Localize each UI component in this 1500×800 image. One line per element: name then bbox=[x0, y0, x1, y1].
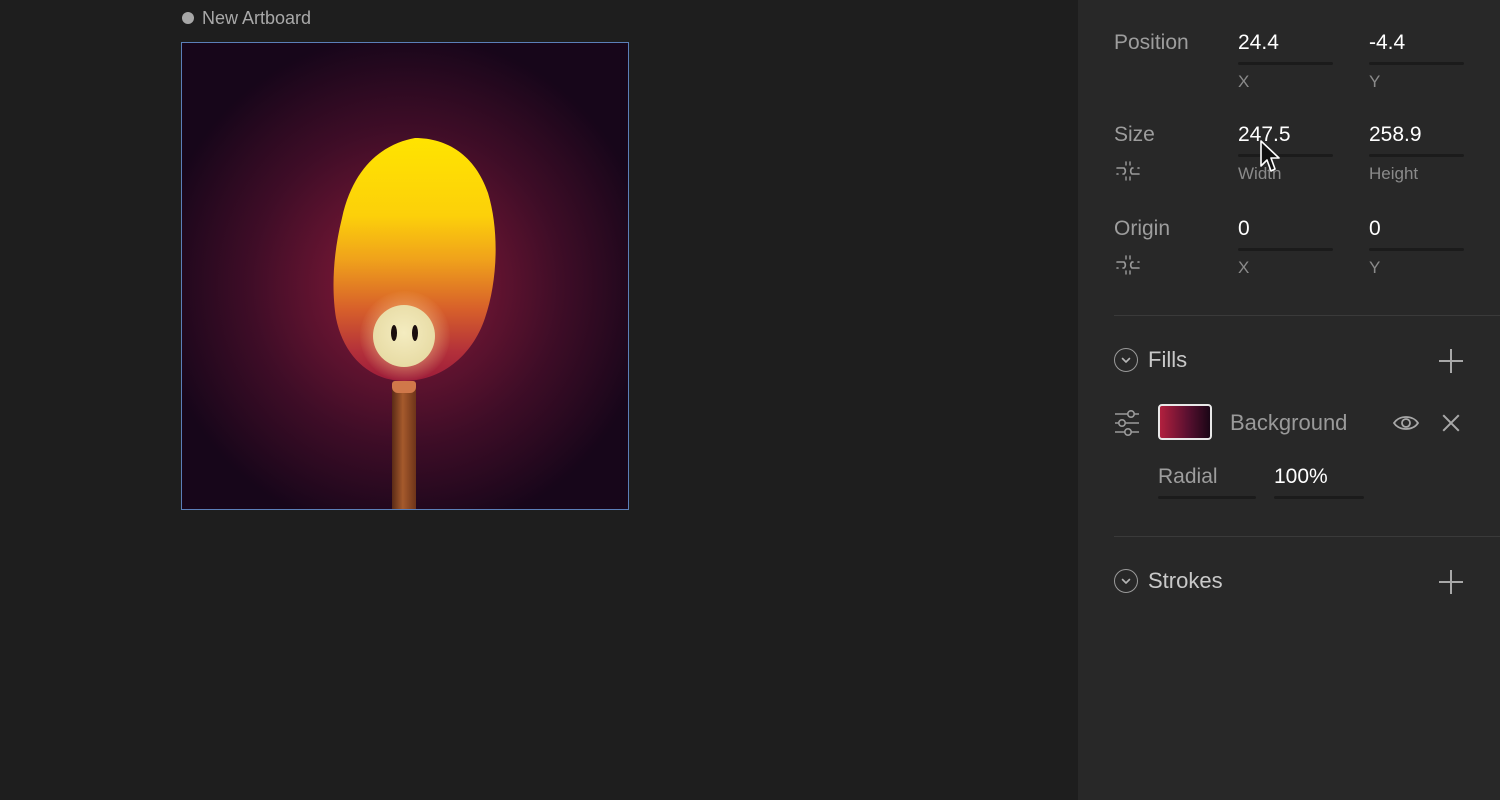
unlink-icon[interactable] bbox=[1114, 160, 1142, 182]
inspector-panel: Position 24.4 X -4.4 Y Size 247.5 Width … bbox=[1078, 0, 1500, 800]
flame-shape[interactable] bbox=[182, 43, 628, 509]
artboard-title[interactable]: New Artboard bbox=[182, 7, 311, 29]
chevron-down-icon[interactable] bbox=[1114, 348, 1138, 372]
fills-section-header[interactable]: Fills bbox=[1114, 347, 1187, 373]
width-label: Width bbox=[1238, 164, 1282, 183]
artboard-name[interactable]: New Artboard bbox=[202, 8, 311, 29]
unlink-icon[interactable] bbox=[1114, 254, 1142, 276]
size-label: Size bbox=[1114, 123, 1155, 146]
divider bbox=[1114, 315, 1500, 316]
origin-y-value[interactable]: 0 bbox=[1369, 217, 1381, 241]
height-value[interactable]: 258.9 bbox=[1369, 123, 1422, 147]
position-x-input[interactable]: 24.4 bbox=[1238, 28, 1333, 68]
fills-title: Fills bbox=[1148, 347, 1188, 372]
fill-opacity-value[interactable]: 100% bbox=[1274, 465, 1328, 489]
origin-x-input[interactable]: 0 bbox=[1238, 214, 1333, 254]
origin-y-input[interactable]: 0 bbox=[1369, 214, 1464, 254]
position-label: Position bbox=[1114, 31, 1189, 54]
strokes-title: Strokes bbox=[1148, 568, 1223, 593]
origin-x-value[interactable]: 0 bbox=[1238, 217, 1250, 241]
eye-icon[interactable] bbox=[1392, 412, 1420, 434]
position-x-underline bbox=[1238, 62, 1333, 65]
fill-type-select[interactable]: Radial bbox=[1158, 460, 1256, 500]
canvas[interactable]: New Artboard bbox=[0, 0, 1078, 800]
fill-opacity-underline bbox=[1274, 496, 1364, 499]
width-underline bbox=[1238, 154, 1333, 157]
close-icon[interactable] bbox=[1440, 412, 1462, 434]
fill-color-swatch[interactable] bbox=[1158, 404, 1212, 440]
add-stroke-plus-icon[interactable] bbox=[1438, 569, 1464, 595]
right-eye bbox=[412, 325, 418, 341]
origin-y-label: Y bbox=[1369, 258, 1381, 277]
position-y-label: Y bbox=[1369, 72, 1381, 91]
artboard-dot-icon bbox=[182, 12, 194, 24]
origin-x-label: X bbox=[1238, 258, 1250, 277]
width-value[interactable]: 247.5 bbox=[1238, 123, 1291, 147]
artboard[interactable] bbox=[181, 42, 629, 510]
height-input[interactable]: 258.9 bbox=[1369, 120, 1464, 160]
fill-type-value[interactable]: Radial bbox=[1158, 465, 1218, 489]
origin-label: Origin bbox=[1114, 217, 1171, 240]
match-head-face[interactable] bbox=[373, 305, 435, 367]
origin-y-underline bbox=[1369, 248, 1464, 251]
position-x-label: X bbox=[1238, 72, 1250, 91]
position-x-value[interactable]: 24.4 bbox=[1238, 31, 1279, 55]
fill-opacity-input[interactable]: 100% bbox=[1274, 460, 1364, 500]
width-input[interactable]: 247.5 bbox=[1238, 120, 1333, 160]
origin-x-underline bbox=[1238, 248, 1333, 251]
position-y-input[interactable]: -4.4 bbox=[1369, 28, 1464, 68]
height-label: Height bbox=[1369, 164, 1419, 183]
add-fill-plus-icon[interactable] bbox=[1438, 348, 1464, 374]
strokes-section-header[interactable]: Strokes bbox=[1114, 568, 1223, 594]
left-eye bbox=[391, 325, 397, 341]
divider bbox=[1114, 536, 1500, 537]
chevron-down-icon[interactable] bbox=[1114, 569, 1138, 593]
fill-type-underline bbox=[1158, 496, 1256, 499]
sliders-icon[interactable] bbox=[1114, 408, 1140, 438]
fill-name[interactable]: Background bbox=[1230, 410, 1347, 436]
height-underline bbox=[1369, 154, 1464, 157]
position-y-value[interactable]: -4.4 bbox=[1369, 31, 1405, 55]
position-y-underline bbox=[1369, 62, 1464, 65]
